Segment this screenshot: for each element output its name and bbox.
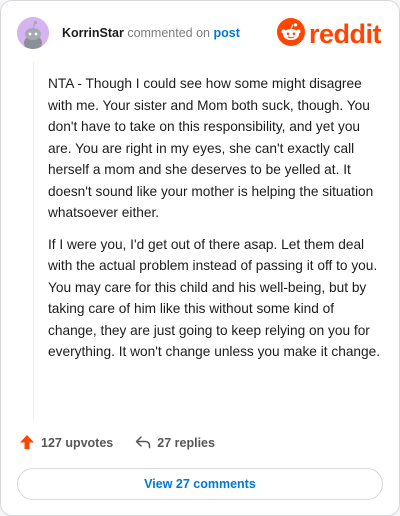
- snoo-avatar-icon[interactable]: [17, 17, 49, 49]
- commented-on-text: commented on: [127, 26, 210, 40]
- post-link[interactable]: post: [213, 26, 239, 40]
- upvote-count: 127 upvotes: [41, 436, 114, 450]
- reddit-logo[interactable]: reddit: [276, 17, 382, 51]
- replies-button[interactable]: 27 replies: [135, 434, 215, 453]
- comment-paragraph: If I were you, I'd get out of there asap…: [48, 236, 381, 360]
- comment-header: KorrinStar commented on post reddit: [17, 17, 383, 53]
- comment-paragraph: NTA - Though I could see how some might …: [48, 76, 374, 220]
- comment-card: KorrinStar commented on post reddit NTA …: [0, 0, 400, 516]
- reddit-wordmark: reddit: [308, 19, 382, 49]
- reply-arrow-icon: [135, 434, 157, 453]
- upvote-button[interactable]: 127 upvotes: [19, 434, 113, 453]
- comment-meta: KorrinStar commented on post: [62, 26, 240, 40]
- username-link[interactable]: KorrinStar: [62, 26, 124, 40]
- reply-count: 27 replies: [157, 436, 215, 450]
- reddit-snoo-icon: [276, 17, 305, 51]
- upvote-arrow-icon: [19, 434, 41, 453]
- view-comments-button[interactable]: View 27 comments: [17, 468, 383, 500]
- comment-body: NTA - Though I could see how some might …: [48, 73, 384, 373]
- comment-actions: 127 upvotes 27 replies: [19, 433, 237, 453]
- thread-line[interactable]: [33, 61, 34, 421]
